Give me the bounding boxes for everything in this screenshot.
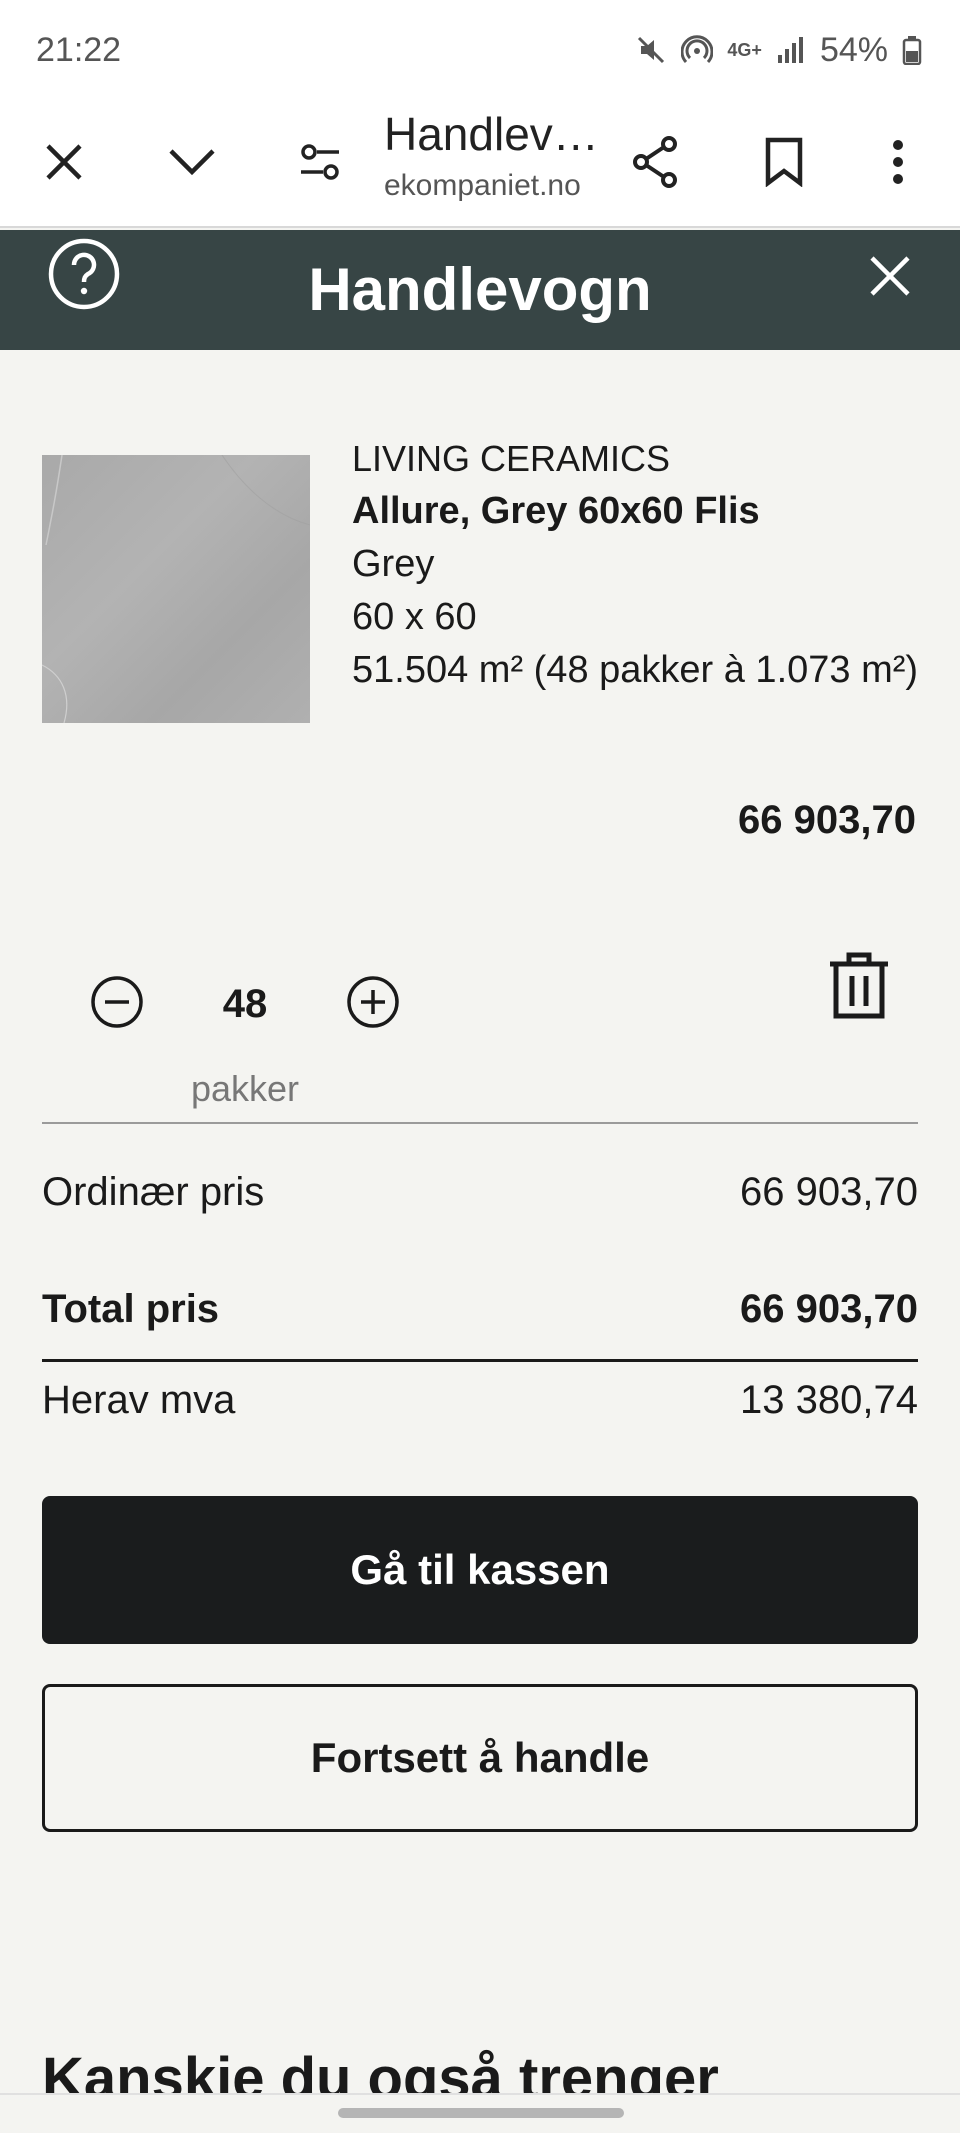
network-4g-icon: 4G+ [727, 39, 762, 60]
product-quantity-detail: 51.504 m² (48 pakker à 1.073 m²) [352, 649, 919, 691]
line-price: 66 903,70 [738, 798, 916, 842]
cart-title: Handlevogn [308, 256, 652, 323]
url-domain: ekompaniet.no [384, 169, 581, 202]
minus-circle-icon[interactable] [90, 975, 144, 1029]
tab-title: Handlev… [384, 108, 599, 160]
page-settings-icon[interactable] [280, 122, 360, 202]
total-price-label: Total pris [42, 1287, 220, 1331]
signal-icon [777, 37, 803, 63]
quantity-value[interactable]: 48 [200, 982, 290, 1027]
status-time: 21:22 [36, 30, 122, 69]
url-bar[interactable]: Handlev… ekompaniet.no [384, 102, 614, 206]
chevron-down-icon[interactable] [152, 122, 232, 202]
mute-icon [638, 36, 665, 64]
bookmark-icon[interactable] [744, 122, 824, 202]
total-price-row: Total pris 66 903,70 [42, 1287, 918, 1332]
share-icon[interactable] [616, 122, 696, 202]
cart-header: Handlevogn [0, 230, 960, 350]
ordinary-price-row: Ordinær pris 66 903,70 [42, 1170, 918, 1215]
product-info: LIVING CERAMICS Allure, Grey 60x60 Flis … [352, 432, 932, 697]
vat-row: Herav mva 13 380,74 [42, 1378, 918, 1423]
quantity-unit: pakker [190, 1068, 300, 1109]
more-vert-icon[interactable] [858, 122, 938, 202]
ordinary-price-label: Ordinær pris [42, 1170, 265, 1214]
total-divider [42, 1359, 918, 1362]
trash-icon[interactable] [826, 950, 892, 1022]
product-name[interactable]: Allure, Grey 60x60 Flis [352, 485, 932, 538]
ordinary-price-value: 66 903,70 [740, 1170, 918, 1214]
hotspot-icon [681, 35, 714, 64]
plus-circle-icon[interactable] [346, 975, 400, 1029]
close-icon[interactable] [24, 122, 104, 202]
browser-toolbar: Handlev… ekompaniet.no [0, 100, 960, 228]
checkout-button[interactable]: Gå til kassen [42, 1496, 918, 1644]
divider [42, 1122, 918, 1124]
total-price-value: 66 903,70 [740, 1287, 918, 1331]
battery-icon [902, 36, 922, 65]
continue-shopping-button[interactable]: Fortsett å handle [42, 1684, 918, 1832]
product-color: Grey [352, 543, 435, 585]
home-gesture-handle[interactable] [338, 2108, 624, 2118]
product-image[interactable] [42, 455, 310, 723]
status-icons: 4G+ 54% [635, 31, 922, 70]
close-cart-icon[interactable] [860, 246, 920, 306]
vat-label: Herav mva [42, 1378, 236, 1422]
product-brand: LIVING CERAMICS [352, 438, 671, 479]
product-size: 60 x 60 [352, 596, 477, 638]
vat-value: 13 380,74 [740, 1378, 918, 1422]
status-bar: 21:22 4G+ 54% [0, 0, 960, 100]
battery-percent: 54% [819, 30, 888, 69]
